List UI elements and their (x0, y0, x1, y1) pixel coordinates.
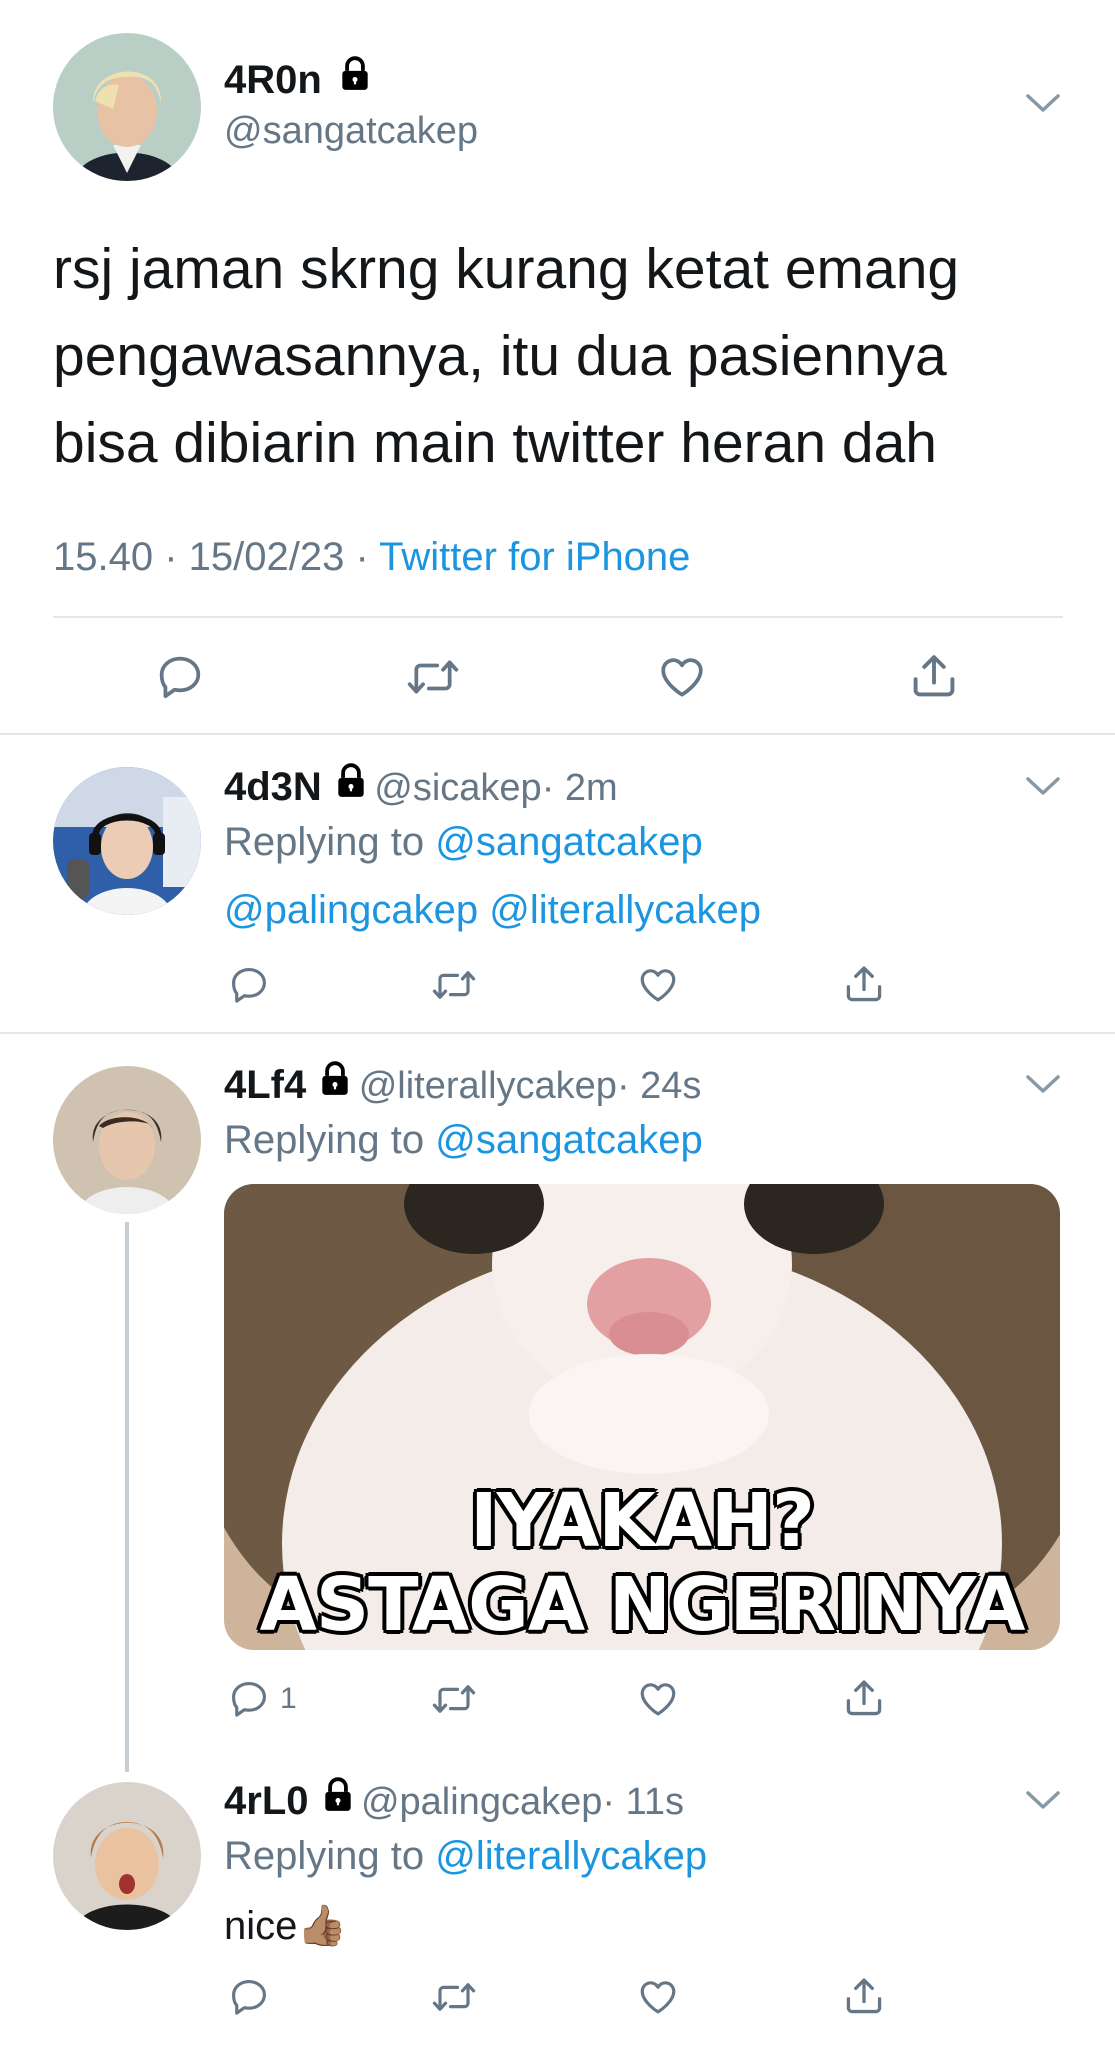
retweet-icon (432, 1983, 476, 2011)
reply-author-handle[interactable]: @literallycakep (359, 1065, 617, 1107)
reply-body-text: nice👍🏽 (224, 1904, 348, 1948)
replying-to-handle[interactable]: @sangatcakep (435, 820, 702, 864)
main-tweet-line: rsj jaman skrng kurang ketat emang (53, 237, 960, 301)
retweet-icon (432, 971, 476, 999)
like-icon (640, 1683, 676, 1716)
reply-author-name[interactable]: 4d3N (224, 765, 322, 809)
replying-to-handle[interactable]: @literallycakep (435, 1834, 707, 1878)
like-icon (640, 969, 676, 1002)
reply-button[interactable]: 1 (228, 1678, 297, 1720)
replying-to: Replying to @literallycakep (224, 1834, 707, 1879)
avatar-reply-author[interactable] (53, 767, 201, 915)
thread-line (125, 1222, 129, 1772)
retweet-icon (407, 660, 459, 694)
lock-icon (319, 1776, 357, 1819)
replying-to-label: Replying to (224, 1834, 425, 1878)
share-icon (846, 966, 882, 1002)
reply-author-name[interactable]: 4Lf4 (224, 1063, 306, 1107)
like-button[interactable] (636, 1976, 680, 2018)
share-button[interactable] (842, 962, 886, 1006)
share-icon (846, 1978, 882, 2014)
reply-header[interactable]: 4d3N @sicakep· 2m (224, 762, 618, 810)
chevron-down-icon[interactable] (1024, 92, 1062, 121)
share-icon (846, 1680, 882, 1716)
main-author-name[interactable]: 4R0n (224, 58, 322, 102)
retweet-button[interactable] (405, 652, 461, 702)
avatar-reply-author[interactable] (53, 1782, 201, 1930)
reply-header[interactable]: 4Lf4 @literallycakep· 24s (224, 1060, 701, 1108)
chevron-down-icon[interactable] (1024, 775, 1062, 804)
reply-header[interactable]: 4rL0 @palingcakep· 11s (224, 1776, 684, 1824)
divider (0, 1032, 1115, 1034)
retweet-button[interactable] (430, 1678, 478, 1720)
like-button[interactable] (636, 964, 680, 1006)
reply-button[interactable] (155, 652, 205, 702)
main-tweet-line: pengawasannya, itu dua pasiennya (53, 324, 947, 388)
reply-author-handle[interactable]: @sicakep (374, 767, 541, 809)
divider (0, 733, 1115, 735)
timestamp: 15.40 · 15/02/23 · (53, 535, 369, 579)
divider (53, 616, 1063, 618)
like-icon (661, 658, 703, 697)
share-button[interactable] (842, 1676, 886, 1720)
replying-to-label: Replying to (224, 1118, 425, 1162)
share-icon (913, 655, 955, 697)
meme-caption-line1: IYAKAH? (470, 1478, 815, 1564)
replying-to-label: Replying to (224, 820, 425, 864)
lock-icon (332, 762, 370, 805)
reply-icon (232, 1980, 266, 2015)
source-link[interactable]: Twitter for iPhone (379, 535, 690, 579)
replying-to-handle[interactable]: @sangatcakep (435, 1118, 702, 1162)
avatar-reply-author[interactable] (53, 1066, 201, 1214)
reply-icon (159, 656, 201, 699)
reply-author-handle[interactable]: @palingcakep (361, 1781, 602, 1823)
main-tweet-meta: 15.40 · 15/02/23 · Twitter for iPhone (53, 535, 690, 580)
retweet-icon (432, 1685, 476, 1713)
reply-icon (232, 968, 266, 1003)
main-author-handle[interactable]: @sangatcakep (224, 110, 478, 153)
replying-to: Replying to @sangatcakep (224, 1118, 703, 1163)
like-button[interactable] (656, 652, 708, 702)
meme-image[interactable]: IYAKAH? ASTAGA NGERINYA (224, 1184, 1060, 1650)
chevron-down-icon[interactable] (1024, 1073, 1062, 1102)
avatar-main-author[interactable] (53, 33, 201, 181)
reply-button[interactable] (228, 964, 280, 1006)
lock-icon (336, 55, 374, 98)
retweet-button[interactable] (430, 964, 478, 1006)
main-tweet-line: bisa dibiarin main twitter heran dah (53, 411, 937, 475)
reply-time: · 24s (616, 1065, 702, 1107)
reply-icon (232, 1682, 266, 1717)
share-button[interactable] (842, 1974, 886, 2018)
reply-button[interactable] (228, 1976, 280, 2018)
reply-time: · 2m (541, 767, 618, 809)
replying-to: Replying to @sangatcakep (224, 820, 703, 865)
main-author-name-row[interactable]: 4R0n (224, 55, 374, 103)
like-button[interactable] (636, 1678, 680, 1720)
reply-author-name[interactable]: 4rL0 (224, 1779, 309, 1823)
lock-icon (316, 1060, 354, 1103)
share-button[interactable] (908, 650, 960, 702)
reply-count: 1 (280, 1682, 297, 1715)
reply-body-mentions[interactable]: @palingcakep @literallycakep (224, 888, 761, 933)
reply-time: · 11s (602, 1781, 685, 1823)
like-icon (640, 1981, 676, 2014)
main-tweet-text: rsj jaman skrng kurang ketat emang penga… (53, 226, 959, 487)
retweet-button[interactable] (430, 1976, 478, 2018)
meme-caption-line2: ASTAGA NGERINYA (259, 1562, 1026, 1648)
chevron-down-icon[interactable] (1024, 1789, 1062, 1818)
